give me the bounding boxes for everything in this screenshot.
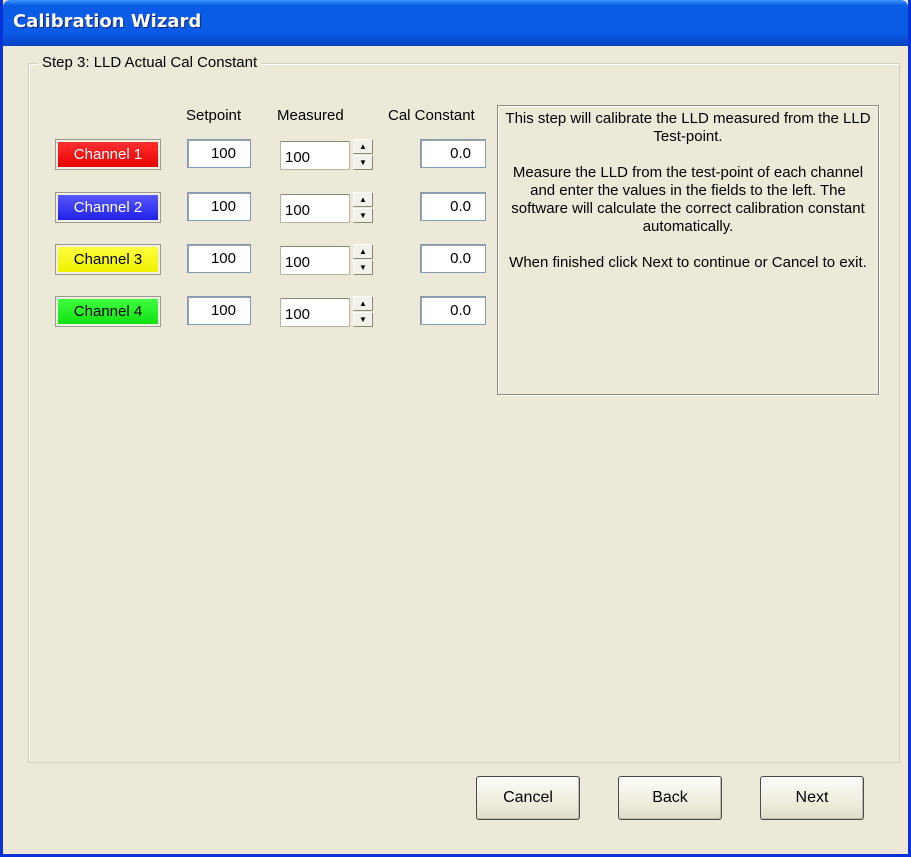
channel-3-measured-spinner[interactable]: ▲ ▼ bbox=[353, 244, 373, 276]
channel-1-cal-constant-field[interactable]: 0.0 bbox=[420, 139, 486, 168]
channel-3-cal-constant-field[interactable]: 0.0 bbox=[420, 244, 486, 273]
channel-4-label: Channel 4 bbox=[58, 299, 158, 324]
channel-4-measured-input[interactable]: 100 bbox=[280, 298, 350, 327]
spin-down-arrow-icon[interactable]: ▼ bbox=[353, 260, 373, 275]
spin-up-arrow-icon[interactable]: ▲ bbox=[353, 139, 373, 154]
channel-4-button[interactable]: Channel 4 bbox=[55, 296, 161, 327]
spin-down-arrow-icon[interactable]: ▼ bbox=[353, 208, 373, 223]
next-button[interactable]: Next bbox=[760, 776, 864, 820]
channel-2-setpoint-field[interactable]: 100 bbox=[187, 192, 251, 221]
instructions-paragraph-3: When finished click Next to continue or … bbox=[509, 254, 867, 271]
instructions-panel: This step will calibrate the LLD measure… bbox=[497, 105, 879, 395]
back-button[interactable]: Back bbox=[618, 776, 722, 820]
channel-2-label: Channel 2 bbox=[58, 195, 158, 220]
title-bar[interactable]: Calibration Wizard bbox=[3, 0, 908, 46]
cancel-button[interactable]: Cancel bbox=[476, 776, 580, 820]
instructions-paragraph-2: Measure the LLD from the test-point of e… bbox=[511, 164, 865, 235]
spin-up-arrow-icon[interactable]: ▲ bbox=[353, 296, 373, 311]
channel-3-setpoint-field[interactable]: 100 bbox=[187, 244, 251, 273]
channel-2-button[interactable]: Channel 2 bbox=[55, 192, 161, 223]
channel-1-measured-spinner[interactable]: ▲ ▼ bbox=[353, 139, 373, 171]
channel-2-cal-constant-field[interactable]: 0.0 bbox=[420, 192, 486, 221]
channel-3-measured-input[interactable]: 100 bbox=[280, 246, 350, 275]
spin-down-arrow-icon[interactable]: ▼ bbox=[353, 312, 373, 327]
channel-4-measured-spinner[interactable]: ▲ ▼ bbox=[353, 296, 373, 328]
spin-down-arrow-icon[interactable]: ▼ bbox=[353, 155, 373, 170]
channel-1-measured-input[interactable]: 100 bbox=[280, 141, 350, 170]
spin-up-arrow-icon[interactable]: ▲ bbox=[353, 192, 373, 207]
channel-3-button[interactable]: Channel 3 bbox=[55, 244, 161, 275]
channel-1-label: Channel 1 bbox=[58, 142, 158, 167]
cal-constant-column-header: Cal Constant bbox=[388, 107, 475, 124]
setpoint-column-header: Setpoint bbox=[186, 107, 242, 124]
channel-1-setpoint-field[interactable]: 100 bbox=[187, 139, 251, 168]
channel-3-label: Channel 3 bbox=[58, 247, 158, 272]
channel-4-cal-constant-field[interactable]: 0.0 bbox=[420, 296, 486, 325]
spin-up-arrow-icon[interactable]: ▲ bbox=[353, 244, 373, 259]
step-legend: Step 3: LLD Actual Cal Constant bbox=[38, 54, 262, 71]
window-title: Calibration Wizard bbox=[13, 11, 202, 32]
channel-2-measured-input[interactable]: 100 bbox=[280, 194, 350, 223]
channel-4-setpoint-field[interactable]: 100 bbox=[187, 296, 251, 325]
channel-1-button[interactable]: Channel 1 bbox=[55, 139, 161, 170]
instructions-paragraph-1: This step will calibrate the LLD measure… bbox=[505, 110, 871, 145]
channel-2-measured-spinner[interactable]: ▲ ▼ bbox=[353, 192, 373, 224]
measured-column-header: Measured bbox=[277, 107, 344, 124]
